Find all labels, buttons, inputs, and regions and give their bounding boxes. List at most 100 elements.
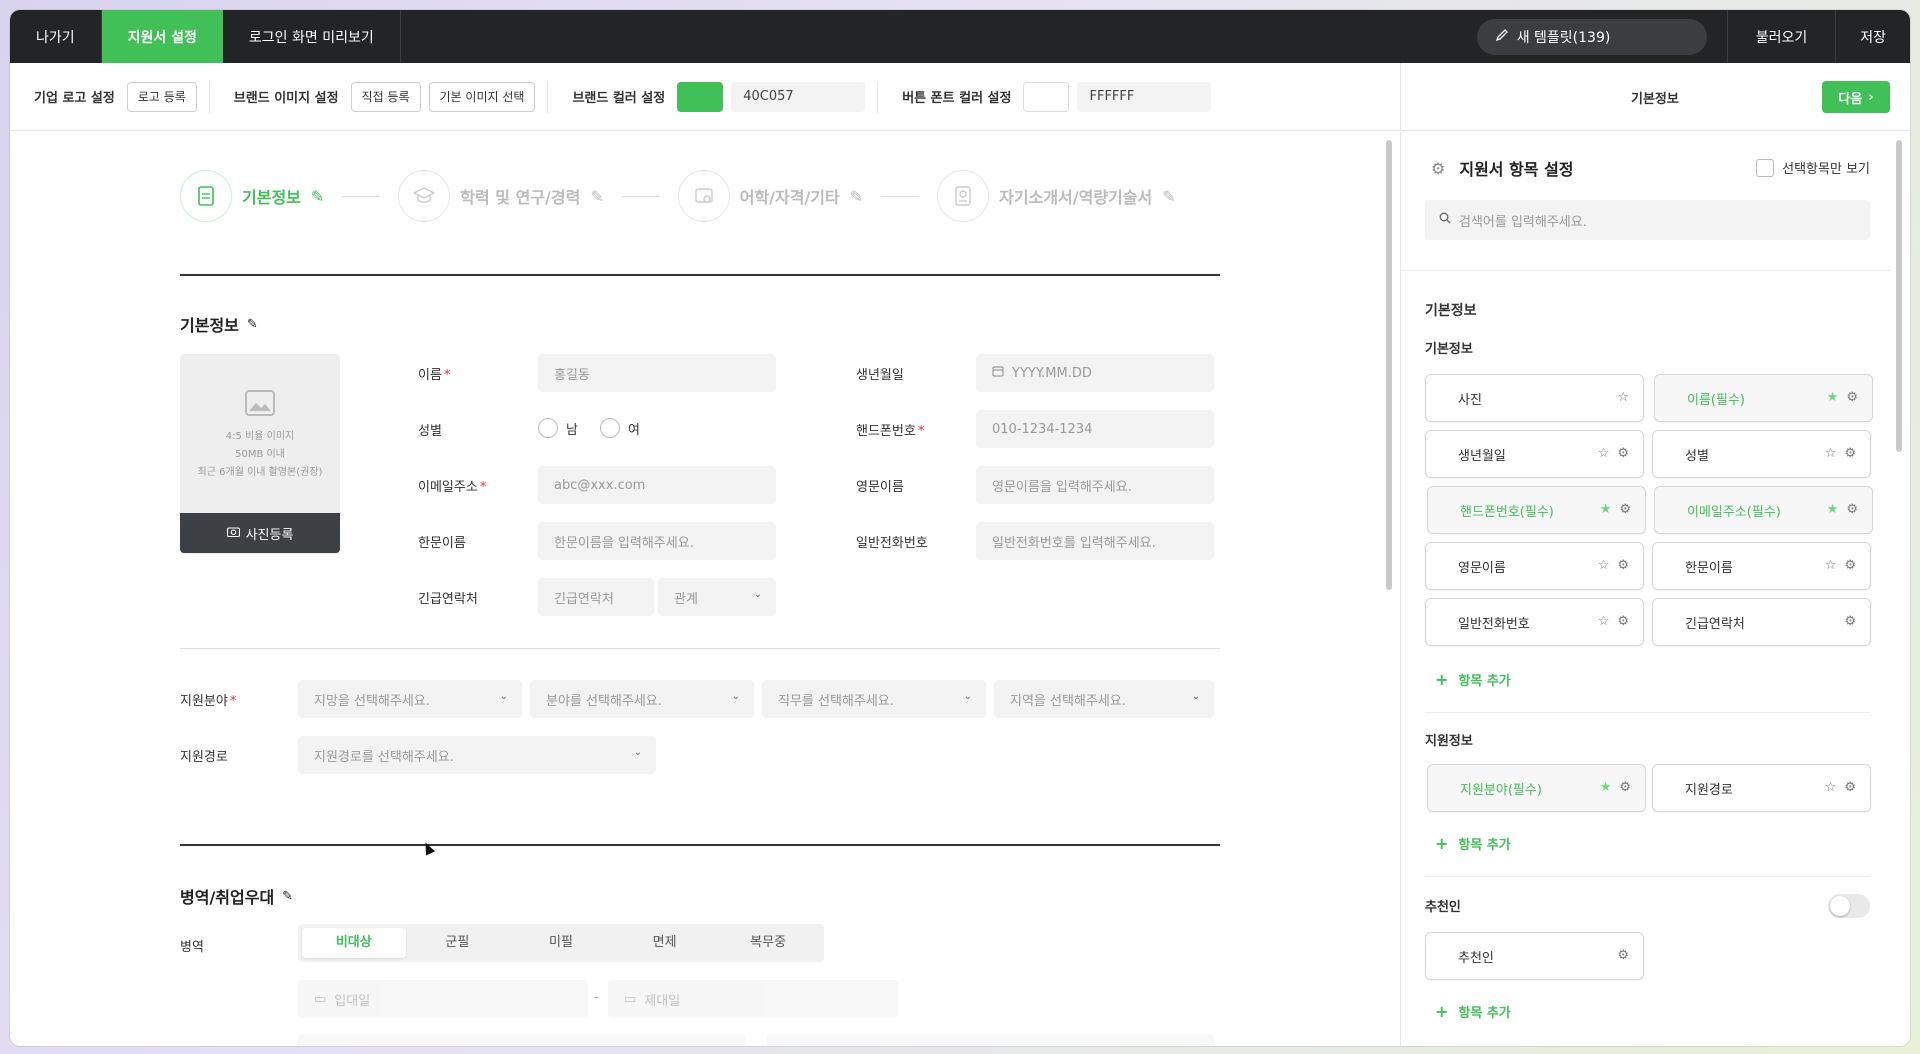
brand-color-swatch[interactable] [677, 81, 724, 112]
star-icon[interactable]: ★ [1600, 502, 1612, 517]
gear-icon[interactable]: ⚙ [1844, 558, 1856, 573]
tab-login-preview[interactable]: 로그인 화면 미리보기 [223, 10, 401, 63]
item-search-input[interactable]: 검색어를 입력해주세요. [1425, 200, 1870, 240]
gear-icon[interactable]: ⚙ [1617, 558, 1629, 573]
gear-icon[interactable]: ⚙ [1617, 614, 1629, 629]
english-name-input[interactable]: 영문이름을 입력해주세요. [976, 466, 1214, 504]
add-item-button[interactable]: + 항목 추가 [1435, 1002, 1511, 1021]
show-selected-only-checkbox[interactable]: 선택항목만 보기 [1756, 158, 1870, 177]
gear-icon[interactable]: ⚙ [1846, 390, 1858, 405]
gender-female-radio[interactable]: 여 [600, 418, 640, 438]
phone-input[interactable]: 010-1234-1234 [976, 410, 1214, 448]
star-icon[interactable]: ☆ [1617, 390, 1629, 405]
gear-icon[interactable]: ⚙ [1844, 446, 1856, 461]
edit-pencil-icon[interactable]: ✎ [311, 187, 324, 206]
star-icon[interactable]: ★ [1600, 780, 1612, 795]
logo-register-button[interactable]: 로고 등록 [126, 81, 197, 112]
region-select[interactable]: 지역을 선택해주세요. ⌄ [994, 680, 1214, 718]
chip-item[interactable]: 성별 ☆ ⚙ [1652, 430, 1871, 478]
save-button[interactable]: 저장 [1835, 10, 1910, 63]
chip-item[interactable]: 긴급연락처 ⚙ [1652, 598, 1871, 646]
military-option-done[interactable]: 군필 [406, 928, 510, 958]
chip-label: 일반전화번호 [1458, 616, 1530, 632]
gear-icon[interactable]: ⚙ [1619, 502, 1631, 517]
edit-pencil-icon[interactable]: ✎ [590, 187, 603, 206]
relation-select[interactable]: 관계 ⌄ [658, 578, 776, 616]
job-select[interactable]: 직무를 선택해주세요. ⌄ [762, 680, 986, 718]
chip-item[interactable]: 생년월일 ☆ ⚙ [1425, 430, 1644, 478]
gear-icon[interactable]: ⚙ [1846, 502, 1858, 517]
chip-item[interactable]: 영문이름 ☆ ⚙ [1425, 542, 1644, 590]
star-icon[interactable]: ☆ [1825, 446, 1837, 461]
referrer-toggle[interactable] [1828, 894, 1870, 918]
star-icon[interactable]: ☆ [1825, 780, 1837, 795]
add-item-button[interactable]: + 항목 추가 [1435, 834, 1511, 853]
military-option-serving[interactable]: 복무중 [716, 928, 820, 958]
step-language-certificate[interactable]: 어학/자격/기타 ✎ [677, 170, 863, 222]
default-image-button[interactable]: 기본 이미지 선택 [428, 81, 536, 112]
gear-icon[interactable]: ⚙ [1619, 780, 1631, 795]
military-branch-select[interactable] [298, 1034, 746, 1046]
add-item-button[interactable]: + 항목 추가 [1435, 670, 1511, 689]
button-font-color-swatch[interactable] [1023, 81, 1070, 112]
military-status-segmented: 비대상 군필 미필 면제 복무중 [298, 924, 824, 962]
gear-icon[interactable]: ⚙ [1617, 446, 1629, 461]
brand-color-input[interactable]: 40C057 [731, 81, 866, 112]
step-basic-info[interactable]: 기본정보 ✎ [180, 170, 324, 222]
landline-input[interactable]: 일반전화번호를 입력해주세요. [976, 522, 1214, 560]
star-icon[interactable]: ☆ [1825, 558, 1837, 573]
chip-apply-route[interactable]: 지원경로 ☆ ⚙ [1652, 764, 1871, 812]
military-option-none[interactable]: 비대상 [302, 928, 406, 958]
edit-pencil-icon[interactable]: ✎ [247, 317, 258, 332]
template-selector[interactable]: 새 템플릿(139) [1476, 18, 1707, 55]
star-icon[interactable]: ☆ [1598, 558, 1610, 573]
button-font-color-input[interactable]: FFFFFF [1077, 81, 1212, 112]
chip-label: 이름(필수) [1687, 392, 1745, 408]
chip-apply-field[interactable]: 지원분야(필수) ★ ⚙ [1427, 764, 1646, 812]
field-select[interactable]: 분야를 선택해주세요. ⌄ [530, 680, 754, 718]
star-icon[interactable]: ★ [1827, 390, 1839, 405]
hanja-name-input[interactable]: 한문이름을 입력해주세요. [538, 522, 776, 560]
tab-exit[interactable]: 나가기 [10, 10, 102, 63]
discharge-date-input[interactable]: ▭ 제대일 [608, 980, 898, 1018]
apply-route-select[interactable]: 지원경로를 선택해주세요. ⌄ [298, 736, 656, 774]
name-input[interactable]: 홍길동 [538, 354, 776, 392]
star-icon[interactable]: ☆ [1598, 614, 1610, 629]
email-input[interactable]: abc@xxx.com [538, 466, 776, 504]
chip-item[interactable]: 일반전화번호 ☆ ⚙ [1425, 598, 1644, 646]
gender-male-radio[interactable]: 남 [538, 418, 578, 438]
gear-icon[interactable]: ⚙ [1844, 780, 1856, 795]
brand-image-label: 브랜드 이미지 설정 [233, 91, 339, 106]
load-button[interactable]: 불러오기 [1726, 10, 1836, 63]
edit-pencil-icon[interactable]: ✎ [282, 889, 293, 904]
gear-icon[interactable]: ⚙ [1617, 948, 1629, 963]
enlist-date-input[interactable]: ▭ 입대일 [298, 980, 588, 1018]
military-option-not-done[interactable]: 미필 [509, 928, 613, 958]
next-button[interactable]: 다음 › [1822, 81, 1890, 113]
star-icon[interactable]: ★ [1827, 502, 1839, 517]
chevron-down-icon: ⌄ [1191, 691, 1200, 702]
chip-label: 영문이름 [1458, 560, 1506, 576]
gear-icon[interactable]: ⚙ [1844, 614, 1856, 629]
military-rank-select[interactable] [766, 1034, 1214, 1046]
preference-select[interactable]: 지망을 선택해주세요. ⌄ [298, 680, 522, 718]
step-self-introduction[interactable]: 자기소개서/역량기술서 ✎ [937, 170, 1176, 222]
photo-register-button[interactable]: 사진등록 [180, 513, 340, 553]
form-scrollbar[interactable] [1386, 140, 1392, 590]
chip-item[interactable]: 이메일주소(필수) ★ ⚙ [1654, 486, 1873, 534]
panel-scrollbar[interactable] [1896, 140, 1902, 452]
chip-item[interactable]: 이름(필수) ★ ⚙ [1654, 374, 1873, 422]
military-option-exempt[interactable]: 면제 [613, 928, 717, 958]
edit-pencil-icon[interactable]: ✎ [850, 187, 863, 206]
edit-pencil-icon[interactable]: ✎ [1162, 187, 1175, 206]
birth-date-input[interactable]: YYYY.MM.DD [976, 354, 1214, 392]
chip-referrer[interactable]: 추천인 ⚙ [1425, 932, 1644, 980]
chip-item[interactable]: 사진 ☆ [1425, 374, 1644, 422]
emergency-contact-input[interactable]: 긴급연락처 [538, 578, 654, 616]
direct-upload-button[interactable]: 직접 등록 [350, 81, 421, 112]
chip-item[interactable]: 한문이름 ☆ ⚙ [1652, 542, 1871, 590]
tab-application-settings[interactable]: 지원서 설정 [101, 10, 223, 63]
star-icon[interactable]: ☆ [1598, 446, 1610, 461]
chip-item[interactable]: 핸드폰번호(필수) ★ ⚙ [1427, 486, 1646, 534]
step-education-career[interactable]: 학력 및 연구/경력 ✎ [398, 170, 604, 222]
